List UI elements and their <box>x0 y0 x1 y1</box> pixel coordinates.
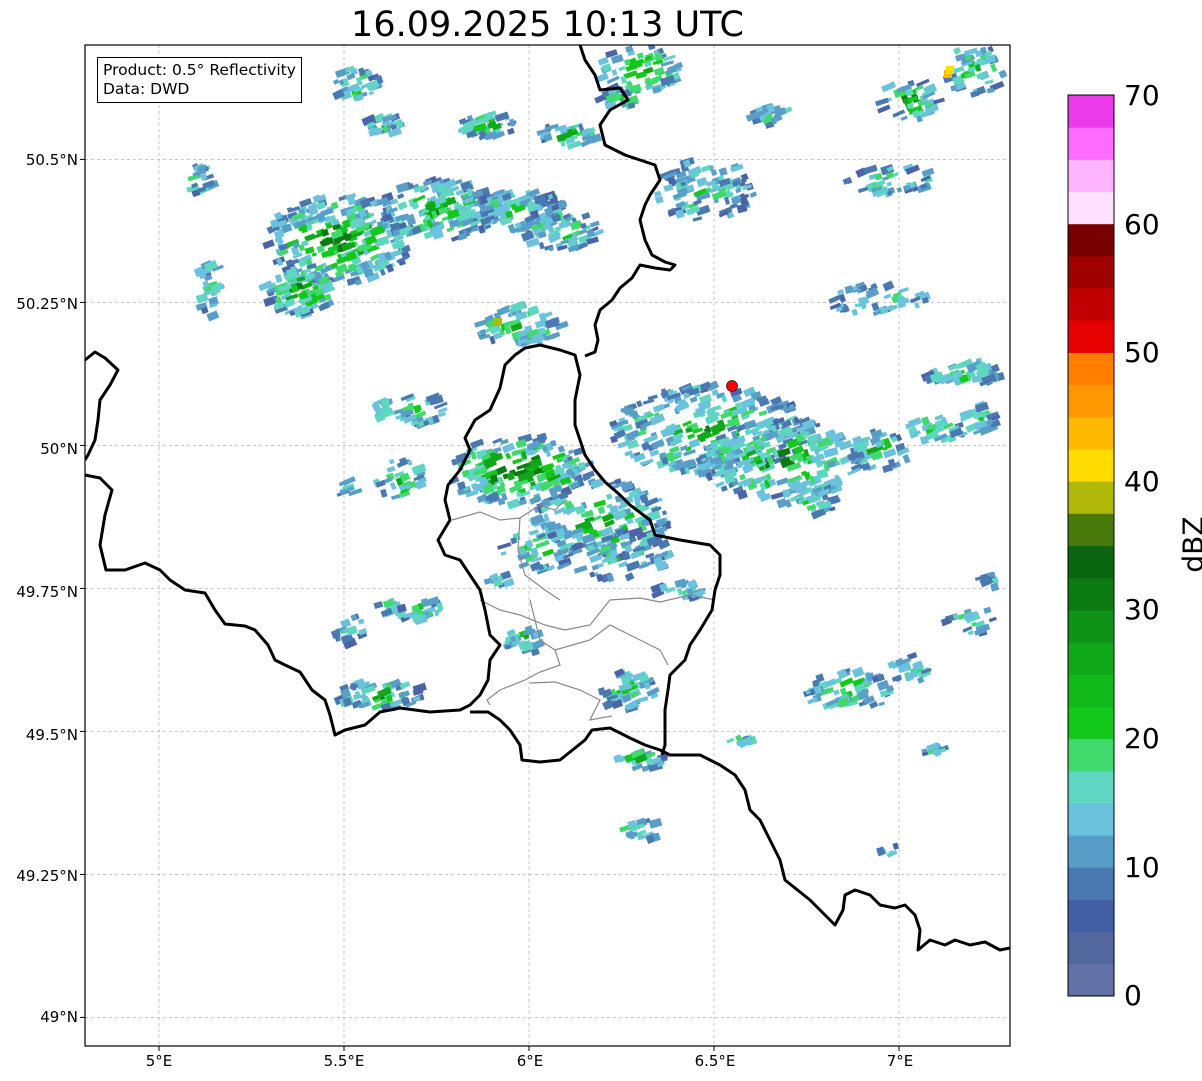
lon-tick-label: 6.5°E <box>694 1052 736 1070</box>
lon-tick-label: 7°E <box>886 1052 914 1070</box>
colorbar-tick-label: 50 <box>1124 336 1160 369</box>
colorbar <box>1068 95 1114 997</box>
colorbar-unit-label: dBZ <box>1176 516 1202 573</box>
lat-tick-label: 49.25°N <box>16 867 78 885</box>
info-box: Product: 0.5° Reflectivity Data: DWD <box>97 57 302 103</box>
lat-tick-label: 49.5°N <box>25 726 78 744</box>
product-label: Product: 0.5° Reflectivity <box>103 61 296 79</box>
lat-tick-label: 50.5°N <box>25 151 78 169</box>
map-title: 16.09.2025 10:13 UTC <box>351 5 744 45</box>
lon-tick-label: 5°E <box>145 1052 173 1070</box>
lon-tick-label: 5.5°E <box>323 1052 365 1070</box>
lat-tick-label: 50°N <box>40 440 78 458</box>
colorbar-tick-label: 0 <box>1124 979 1142 1012</box>
lon-tick-label: 6°E <box>516 1052 544 1070</box>
colorbar-tick-label: 60 <box>1124 208 1160 241</box>
radar-site-marker <box>726 380 738 392</box>
lat-tick-label: 49.75°N <box>16 583 78 601</box>
lat-tick-label: 50.25°N <box>16 295 78 313</box>
colorbar-tick-label: 20 <box>1124 722 1160 755</box>
lat-tick-label: 49°N <box>40 1008 78 1026</box>
radar-map <box>80 44 1115 1051</box>
colorbar-tick-label: 10 <box>1124 851 1160 884</box>
data-source-label: Data: DWD <box>103 80 190 98</box>
colorbar-tick-label: 40 <box>1124 465 1160 498</box>
colorbar-tick-label: 70 <box>1124 79 1160 112</box>
colorbar-tick-label: 30 <box>1124 593 1160 626</box>
